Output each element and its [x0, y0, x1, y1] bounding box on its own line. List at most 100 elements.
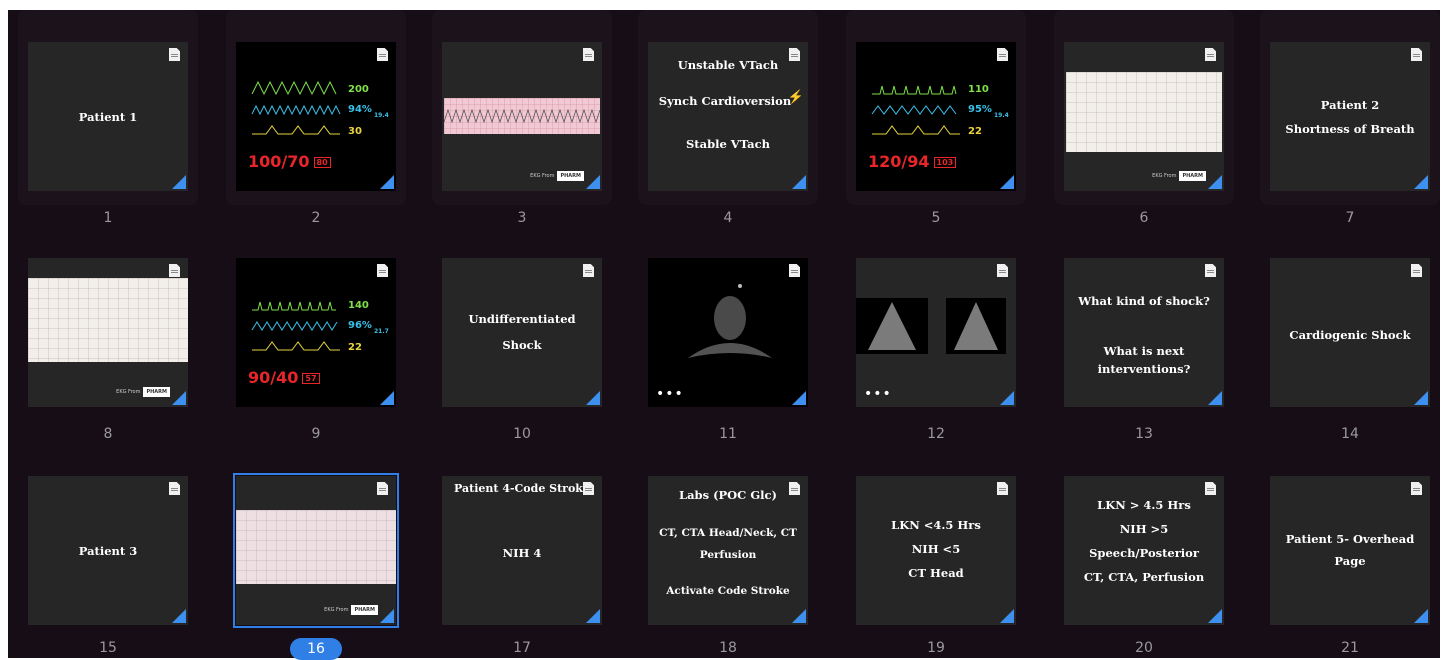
notes-icon: [169, 264, 180, 277]
slide-preview-selected[interactable]: EKG From PHARM: [233, 473, 399, 628]
slide-number: 21: [1341, 640, 1359, 656]
ultrasound-fan: [868, 302, 916, 350]
resize-corner-icon: [1414, 609, 1428, 623]
slide-text: Perfusion: [699, 549, 757, 561]
slide-text: Patient 1: [78, 110, 138, 124]
slide-thumbnail-13[interactable]: What kind of shock? What is next interve…: [1054, 226, 1234, 442]
resize-corner-icon: [586, 175, 600, 189]
slide-thumbnail-10[interactable]: Undifferentiated Shock 10: [432, 226, 612, 442]
resize-corner-icon: [1414, 391, 1428, 405]
map-value: 103: [933, 157, 957, 168]
slide-text: CT Head: [908, 566, 964, 580]
resize-corner-icon: [1000, 175, 1014, 189]
slide-text: Patient 3: [78, 544, 138, 558]
slide-preview[interactable]: 110 95% 19.4 22 120/94 103: [856, 42, 1016, 191]
video-indicator-icon: •••: [864, 386, 892, 402]
slide-number: 10: [513, 426, 531, 442]
slide-thumbnail-19[interactable]: LKN <4.5 Hrs NIH <5 CT Head 19: [846, 444, 1026, 656]
notes-icon: [1411, 264, 1422, 277]
slide-thumbnail-17[interactable]: Patient 4-Code Stroke NIH 4 17: [432, 444, 612, 656]
slide-thumbnail-16[interactable]: EKG From PHARM 16: [226, 444, 406, 660]
slide-thumbnail-11[interactable]: ••• 11: [638, 226, 818, 442]
slide-thumbnail-9[interactable]: 140 96% 21.7 22 90/40 57 9: [226, 226, 406, 442]
slide-preview[interactable]: EKG From PHARM: [1064, 42, 1224, 191]
slide-preview[interactable]: Patient 2 Shortness of Breath: [1270, 42, 1430, 191]
notes-icon: [583, 482, 594, 495]
credit-text: EKG From: [116, 389, 141, 395]
resize-corner-icon: [380, 175, 394, 189]
slide-thumbnail-20[interactable]: LKN > 4.5 Hrs NIH >5 Speech/Posterior CT…: [1054, 444, 1234, 656]
slide-number: 6: [1139, 210, 1149, 226]
ecg-12-lead-image: [1066, 72, 1222, 152]
map-value: 57: [302, 373, 320, 384]
slide-thumbnail-3[interactable]: EKG From PHARM 3: [432, 10, 612, 226]
slide-preview[interactable]: LKN <4.5 Hrs NIH <5 CT Head: [856, 476, 1016, 625]
slide-thumbnail-2[interactable]: 200 94% 19.4 30 100/70 80 2: [226, 10, 406, 226]
slide-preview[interactable]: 140 96% 21.7 22 90/40 57: [236, 258, 396, 407]
slide-preview[interactable]: Unstable VTach Synch Cardioversion ⚡ Sta…: [648, 42, 808, 191]
slide-thumbnail-7[interactable]: Patient 2 Shortness of Breath 7: [1260, 10, 1440, 226]
slide-number: 5: [931, 210, 941, 226]
slide-preview[interactable]: Patient 5- Overhead Page: [1270, 476, 1430, 625]
slide-preview[interactable]: What kind of shock? What is next interve…: [1064, 258, 1224, 407]
ultrasound-fan: [954, 302, 998, 350]
slide-thumbnail-5[interactable]: 110 95% 19.4 22 120/94 103 5: [846, 10, 1026, 226]
slide-text: Speech/Posterior: [1089, 546, 1199, 560]
slide-thumbnail-21[interactable]: Patient 5- Overhead Page 21: [1260, 444, 1440, 656]
slide-number: 4: [723, 210, 733, 226]
slide-thumbnail-18[interactable]: Labs (POC Glc) CT, CTA Head/Neck, CT Per…: [638, 444, 818, 656]
slide-thumbnail-12[interactable]: ••• 12: [846, 226, 1026, 442]
slide-thumbnail-14[interactable]: Cardiogenic Shock 14: [1260, 226, 1440, 442]
bp-value: 120/94: [868, 152, 930, 171]
slide-preview[interactable]: Patient 1: [28, 42, 188, 191]
slide-preview[interactable]: EKG From PHARM: [28, 258, 188, 407]
notes-icon: [997, 482, 1008, 495]
slide-text: Labs (POC Glc): [679, 488, 777, 502]
slide-preview[interactable]: EKG From PHARM: [442, 42, 602, 191]
slide-preview[interactable]: LKN > 4.5 Hrs NIH >5 Speech/Posterior CT…: [1064, 476, 1224, 625]
slide-preview[interactable]: 200 94% 19.4 30 100/70 80: [236, 42, 396, 191]
notes-icon: [377, 482, 388, 495]
slide-text: NIH >5: [1119, 522, 1169, 536]
notes-icon: [1205, 264, 1216, 277]
slide-thumbnail-1[interactable]: Patient 1 1: [18, 10, 198, 226]
slide-preview[interactable]: •••: [648, 258, 808, 407]
image-credit: EKG From PHARM: [324, 605, 378, 615]
slide-number: 8: [103, 426, 113, 442]
notes-icon: [1205, 482, 1216, 495]
notes-icon: [169, 48, 180, 61]
resize-corner-icon: [1208, 175, 1222, 189]
slide-text: What kind of shock?: [1078, 294, 1210, 308]
slide-preview[interactable]: Cardiogenic Shock: [1270, 258, 1430, 407]
resize-corner-icon: [172, 175, 186, 189]
slide-number: 17: [513, 640, 531, 656]
notes-icon: [583, 48, 594, 61]
slide-thumbnail-4[interactable]: Unstable VTach Synch Cardioversion ⚡ Sta…: [638, 10, 818, 226]
slide-text: CT, CTA Head/Neck, CT: [659, 527, 797, 539]
slide-preview[interactable]: Undifferentiated Shock: [442, 258, 602, 407]
slide-number: 14: [1341, 426, 1359, 442]
slide-thumbnail-8[interactable]: EKG From PHARM 8: [18, 226, 198, 442]
slide-preview[interactable]: Patient 4-Code Stroke NIH 4: [442, 476, 602, 625]
slide-preview[interactable]: Patient 3: [28, 476, 188, 625]
slide-preview[interactable]: •••: [856, 258, 1016, 407]
notes-icon: [377, 48, 388, 61]
blood-pressure: 120/94 103: [868, 152, 957, 171]
notes-icon: [583, 264, 594, 277]
ultrasound-image-right: [946, 298, 1006, 354]
resize-corner-icon: [172, 391, 186, 405]
slide-thumbnail-6[interactable]: EKG From PHARM 6: [1054, 10, 1234, 226]
notes-icon: [1411, 482, 1422, 495]
slide-preview[interactable]: Labs (POC Glc) CT, CTA Head/Neck, CT Per…: [648, 476, 808, 625]
spo2-small-value: 21.7: [374, 328, 389, 335]
credit-text: EKG From: [530, 173, 555, 179]
slide-number: 12: [927, 426, 945, 442]
slide-text: NIH <5: [911, 542, 961, 556]
slide-text: LKN > 4.5 Hrs: [1097, 498, 1191, 512]
resize-corner-icon: [1208, 391, 1222, 405]
lightning-bolt-icon: ⚡: [787, 90, 804, 105]
slide-thumbnail-15[interactable]: Patient 3 15: [18, 444, 198, 656]
resize-corner-icon: [792, 391, 806, 405]
slide-text: Activate Code Stroke: [666, 585, 790, 597]
credit-logo: PHARM: [557, 171, 584, 181]
